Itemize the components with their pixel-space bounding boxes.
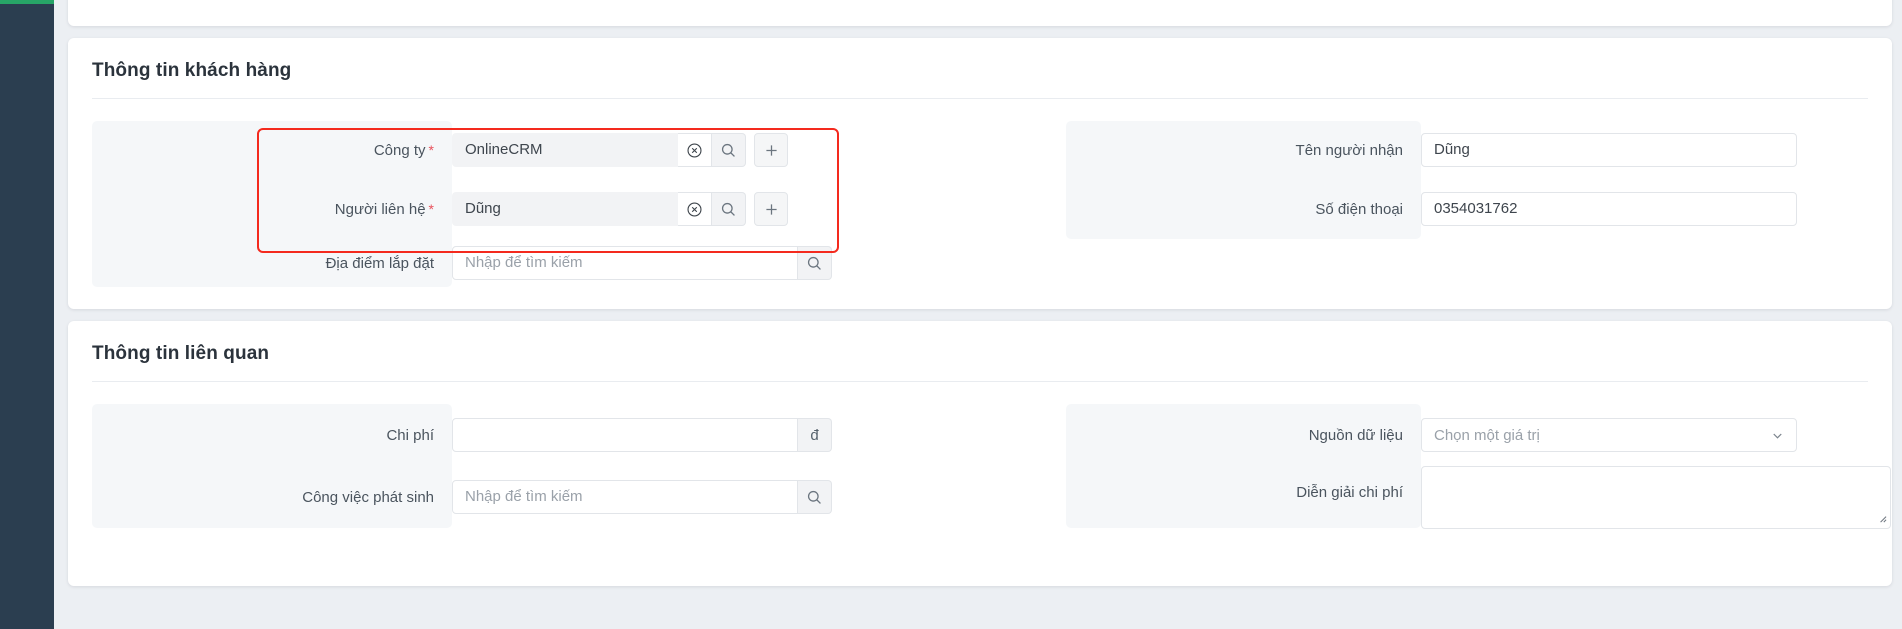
label-nguoi-lien-he-text: Người liên hệ — [334, 200, 426, 218]
chevron-down-icon — [1770, 428, 1785, 443]
field-row-cong-viec-phat-sinh: Công việc phát sinh — [92, 466, 980, 528]
field-row-ten-nguoi-nhan: Tên người nhận — [1066, 121, 1868, 179]
related-fields-row: Chi phí đ Công việc phát sinh Nhập để tì… — [92, 404, 1891, 529]
app-root: Thông tin khách hàng Công ty * OnlineCRM… — [0, 0, 1902, 629]
field-row-nguon-du-lieu: Nguồn dữ liệu Chọn một giá trị — [1066, 404, 1868, 466]
clear-circle-x-icon-cong-ty[interactable] — [678, 133, 712, 167]
select-nguon-du-lieu[interactable]: Chọn một giá trị — [1421, 418, 1797, 452]
label-ten-nguoi-nhan-text: Tên người nhận — [1295, 141, 1403, 159]
plus-icon-cong-ty[interactable] — [754, 133, 788, 167]
label-cong-ty: Công ty * — [92, 142, 452, 159]
label-dien-giai-chi-phi-text: Diễn giải chi phí — [1296, 484, 1403, 501]
section-divider — [92, 98, 1868, 99]
customer-left-column: Công ty * OnlineCRM Người liên hệ * Dũng… — [92, 121, 980, 287]
sidebar-accent-bar — [0, 0, 54, 4]
input-cong-ty[interactable] — [452, 133, 678, 167]
related-left-column: Chi phí đ Công việc phát sinh — [92, 404, 980, 528]
search-icon-nguoi-lien-he[interactable] — [712, 192, 746, 226]
input-dia-diem-lap-dat[interactable] — [452, 246, 798, 280]
search-icon-cong-ty[interactable] — [712, 133, 746, 167]
label-nguon-du-lieu-text: Nguồn dữ liệu — [1308, 426, 1403, 444]
required-asterisk: * — [428, 200, 434, 217]
select-nguon-du-lieu-value: Chọn một giá trị — [1434, 426, 1540, 444]
field-row-nguoi-lien-he: Người liên hệ * — [92, 179, 980, 239]
related-right-column: Nguồn dữ liệu Chọn một giá trị Diễn giải… — [980, 404, 1891, 529]
sidebar-rail[interactable] — [0, 0, 54, 629]
plus-icon-nguoi-lien-he[interactable] — [754, 192, 788, 226]
lookup-cong-ty — [452, 133, 788, 167]
input-chi-phi[interactable] — [452, 418, 798, 452]
label-so-dien-thoai-text: Số điện thoại — [1315, 200, 1403, 218]
lookup-dia-diem-lap-dat — [452, 246, 832, 280]
lookup-nguoi-lien-he — [452, 192, 788, 226]
search-icon-cong-viec-phat-sinh[interactable] — [798, 480, 832, 514]
input-so-dien-thoai[interactable] — [1421, 192, 1797, 226]
input-cong-viec-phat-sinh[interactable] — [452, 480, 798, 514]
related-info-card: Thông tin liên quan Chi phí đ Công việc … — [68, 321, 1892, 586]
label-nguoi-lien-he: Người liên hệ * — [92, 201, 452, 218]
field-row-cong-ty: Công ty * — [92, 121, 980, 179]
label-dia-diem-lap-dat-text: Địa điểm lắp đặt — [325, 254, 434, 272]
main-content: Thông tin khách hàng Công ty * OnlineCRM… — [54, 0, 1902, 629]
field-row-dia-diem-lap-dat: Địa điểm lắp đặt — [92, 239, 980, 287]
label-cong-ty-text: Công ty — [373, 141, 426, 159]
label-dien-giai-chi-phi: Diễn giải chi phí — [1066, 466, 1421, 501]
label-cong-viec-phat-sinh: Công việc phát sinh — [92, 489, 452, 506]
lookup-cong-viec-phat-sinh — [452, 480, 832, 514]
label-ten-nguoi-nhan: Tên người nhận — [1066, 142, 1421, 159]
section-title-related: Thông tin liên quan — [92, 343, 270, 364]
label-nguon-du-lieu: Nguồn dữ liệu — [1066, 427, 1421, 444]
field-row-dien-giai-chi-phi: Diễn giải chi phí — [1066, 466, 1891, 529]
label-dia-diem-lap-dat: Địa điểm lắp đặt — [92, 255, 452, 272]
currency-suffix-dong: đ — [798, 418, 832, 452]
currency-field-chi-phi: đ — [452, 418, 832, 452]
label-cong-viec-phat-sinh-text: Công việc phát sinh — [302, 488, 434, 506]
input-ten-nguoi-nhan[interactable] — [1421, 133, 1797, 167]
section-title-customer: Thông tin khách hàng — [92, 60, 292, 81]
search-icon-dia-diem-lap-dat[interactable] — [798, 246, 832, 280]
field-row-chi-phi: Chi phí đ — [92, 404, 980, 466]
section-divider — [92, 381, 1868, 382]
field-row-so-dien-thoai: Số điện thoại — [1066, 179, 1868, 239]
textarea-wrap-dien-giai-chi-phi — [1421, 466, 1891, 534]
required-asterisk: * — [428, 141, 434, 158]
input-nguoi-lien-he[interactable] — [452, 192, 678, 226]
customer-right-column: Tên người nhận Số điện thoại — [980, 121, 1868, 287]
clear-circle-x-icon-nguoi-lien-he[interactable] — [678, 192, 712, 226]
customer-fields-row: Công ty * OnlineCRM Người liên hệ * Dũng… — [92, 121, 1868, 287]
label-chi-phi-text: Chi phí — [386, 426, 434, 444]
label-so-dien-thoai: Số điện thoại — [1066, 201, 1421, 218]
customer-info-card: Thông tin khách hàng Công ty * OnlineCRM… — [68, 38, 1892, 309]
textarea-dien-giai-chi-phi[interactable] — [1421, 466, 1891, 529]
label-chi-phi: Chi phí — [92, 427, 452, 444]
top-partial-card — [68, 0, 1892, 26]
